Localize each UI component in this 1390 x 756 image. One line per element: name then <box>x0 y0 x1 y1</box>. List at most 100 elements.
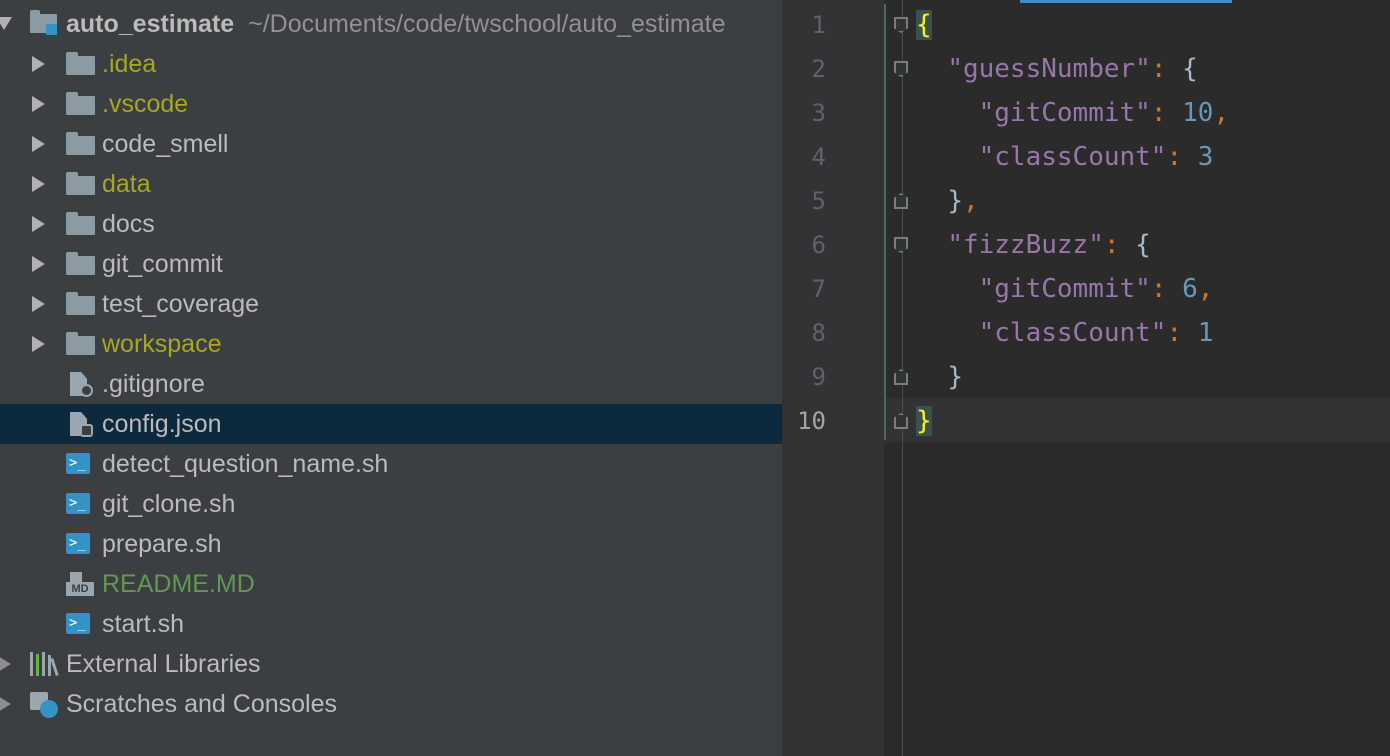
tree-item-label: workspace <box>102 330 222 358</box>
tree-item-label: start.sh <box>102 610 184 638</box>
tree-item-label: git_clone.sh <box>102 490 236 518</box>
code-line[interactable]: "gitCommit": 10, <box>916 91 1229 135</box>
project-tree: auto_estimate ~/Documents/code/twschool/a… <box>0 0 782 756</box>
current-line-highlight <box>782 398 1390 442</box>
tree-item[interactable]: .vscode <box>0 84 782 124</box>
tree-item[interactable]: code_smell <box>0 124 782 164</box>
line-number: 7 <box>811 275 826 303</box>
line-number: 3 <box>811 99 826 127</box>
code-token: 1 <box>1197 318 1214 348</box>
tree-item-label: .vscode <box>102 90 189 118</box>
tree-item-label: detect_question_name.sh <box>102 450 389 478</box>
code-line[interactable]: "classCount": 1 <box>916 311 1214 355</box>
code-line[interactable]: "gitCommit": 6, <box>916 267 1214 311</box>
code-token: "gitCommit" <box>978 274 1151 304</box>
tree-item-label: git_commit <box>102 250 223 278</box>
code-token: , <box>1197 274 1214 304</box>
code-line[interactable]: { <box>916 3 932 47</box>
tree-item[interactable]: docs <box>0 204 782 244</box>
code-token: } <box>916 406 932 436</box>
tree-item-label: .idea <box>102 50 157 78</box>
tree-item[interactable]: >_ start.sh <box>0 604 782 644</box>
code-token: { <box>1135 230 1151 260</box>
tree-external-libraries[interactable]: External Libraries <box>0 644 782 684</box>
code-line[interactable]: "classCount": 3 <box>916 135 1214 179</box>
line-number: 10 <box>797 407 826 435</box>
vcs-change-marker <box>884 4 886 440</box>
tree-item[interactable]: .gitignore <box>0 364 782 404</box>
tree-item[interactable]: MD README.MD <box>0 564 782 604</box>
code-token: : <box>1150 274 1183 304</box>
folder-icon <box>66 132 96 156</box>
module-folder-icon <box>30 10 60 35</box>
fold-close-icon[interactable] <box>894 193 908 209</box>
chevron-right-icon[interactable] <box>32 136 45 152</box>
tree-item[interactable]: >_ detect_question_name.sh <box>0 444 782 484</box>
code-token: , <box>1213 98 1230 128</box>
fold-open-icon[interactable] <box>894 237 908 253</box>
code-token: : <box>1166 142 1198 172</box>
code-token: 3 <box>1197 142 1214 172</box>
fold-open-icon[interactable] <box>894 17 908 33</box>
terminal-icon: >_ <box>66 532 96 556</box>
code-editor[interactable]: 1{2 "guessNumber": {3 "gitCommit": 10, 4 … <box>782 0 1390 756</box>
tree-scratches-label: Scratches and Consoles <box>66 690 337 718</box>
tree-item[interactable]: .idea <box>0 44 782 84</box>
code-line[interactable]: } <box>916 355 963 399</box>
chevron-right-icon[interactable] <box>32 176 45 192</box>
tree-item-label: .gitignore <box>102 370 205 398</box>
tree-scratches[interactable]: Scratches and Consoles <box>0 684 782 724</box>
tree-item-label: data <box>102 170 151 198</box>
folder-icon <box>66 212 96 236</box>
json-file-icon <box>66 412 96 437</box>
tree-item[interactable]: >_ prepare.sh <box>0 524 782 564</box>
tree-item[interactable]: config.json <box>0 404 782 444</box>
chevron-right-icon[interactable] <box>32 216 45 232</box>
code-line[interactable]: }, <box>916 179 979 223</box>
code-line[interactable]: } <box>916 399 932 443</box>
code-line[interactable]: "guessNumber": { <box>916 47 1197 91</box>
line-number: 2 <box>811 55 826 83</box>
code-token: : <box>1150 54 1183 84</box>
chevron-right-icon[interactable] <box>32 96 45 112</box>
tree-item[interactable]: test_coverage <box>0 284 782 324</box>
library-icon <box>30 652 60 677</box>
chevron-right-icon[interactable] <box>32 56 45 72</box>
tree-item[interactable]: git_commit <box>0 244 782 284</box>
chevron-right-icon[interactable] <box>0 656 11 672</box>
fold-open-icon[interactable] <box>894 61 908 77</box>
markdown-file-icon: MD <box>66 572 96 596</box>
code-token: : <box>1166 318 1198 348</box>
line-number: 5 <box>811 187 826 215</box>
chevron-down-icon[interactable] <box>0 17 12 30</box>
tree-item[interactable]: >_ git_clone.sh <box>0 484 782 524</box>
code-token: } <box>947 186 963 216</box>
chevron-right-icon[interactable] <box>32 256 45 272</box>
tree-item-label: config.json <box>102 410 222 438</box>
tree-root-row[interactable]: auto_estimate ~/Documents/code/twschool/a… <box>0 4 782 44</box>
code-token: 10 <box>1182 98 1214 128</box>
tree-root-name: auto_estimate <box>66 10 235 38</box>
code-token: } <box>947 362 963 392</box>
chevron-right-icon[interactable] <box>0 696 11 712</box>
code-token: "classCount" <box>978 318 1167 348</box>
chevron-right-icon[interactable] <box>32 336 45 352</box>
fold-close-icon[interactable] <box>894 369 908 385</box>
code-line[interactable]: "fizzBuzz": { <box>916 223 1151 267</box>
terminal-icon: >_ <box>66 452 96 476</box>
line-number: 9 <box>811 363 826 391</box>
line-number: 4 <box>811 143 826 171</box>
line-number: 8 <box>811 319 826 347</box>
code-token: "gitCommit" <box>978 98 1151 128</box>
folder-icon <box>66 292 96 316</box>
line-number: 1 <box>811 11 826 39</box>
ignore-file-icon <box>66 372 96 397</box>
chevron-right-icon[interactable] <box>32 296 45 312</box>
tree-item[interactable]: data <box>0 164 782 204</box>
tree-item-label: prepare.sh <box>102 530 222 558</box>
scratches-icon <box>30 692 60 718</box>
tree-item[interactable]: workspace <box>0 324 782 364</box>
code-token: , <box>962 186 979 216</box>
